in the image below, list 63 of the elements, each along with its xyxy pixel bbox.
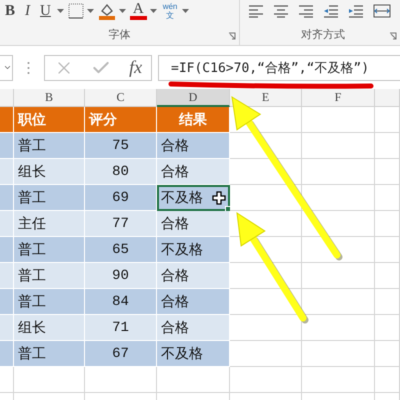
- caret-icon: [86, 9, 94, 13]
- table-cell: 组长: [14, 315, 85, 341]
- column-header[interactable]: F: [302, 89, 375, 107]
- dialog-launcher-icon[interactable]: [389, 32, 397, 40]
- table-cell: 90: [85, 263, 157, 289]
- formula-field[interactable]: =IF(C16>70,“合格”,“不及格”): [158, 54, 400, 80]
- italic-button[interactable]: I: [22, 1, 34, 21]
- table-cell: 不及格: [157, 237, 230, 263]
- table-cell: 合格: [157, 133, 230, 159]
- table-cell: 普工: [14, 133, 85, 159]
- table-cell: 合格: [157, 315, 230, 341]
- header-cell: 评分: [85, 107, 157, 133]
- table-cell: 77: [85, 211, 157, 237]
- indent-increase-icon[interactable]: [348, 4, 364, 18]
- align-right-icon[interactable]: [298, 4, 314, 18]
- table-cell: 普工: [14, 263, 85, 289]
- group-label: 字体: [108, 27, 130, 42]
- table-cell: 65: [85, 237, 157, 263]
- caret-icon: [118, 9, 126, 13]
- phonetic-button[interactable]: wén 文: [160, 2, 180, 20]
- table-cell: 80: [85, 159, 157, 185]
- bold-button[interactable]: B: [2, 1, 18, 21]
- dialog-launcher-icon[interactable]: [228, 32, 236, 40]
- font-color-button[interactable]: A: [130, 2, 147, 20]
- table-cell: 普工: [14, 185, 85, 211]
- table-cell: 普工: [14, 341, 85, 367]
- caret-icon: [150, 9, 157, 13]
- table-cell: 67: [85, 341, 157, 367]
- header-cell: [0, 107, 14, 133]
- caret-icon: [182, 9, 190, 13]
- table-cell: 合格: [157, 211, 230, 237]
- table-cell: 普工: [14, 237, 85, 263]
- fill-color-icon[interactable]: [98, 2, 116, 20]
- table-cell: 84: [85, 289, 157, 315]
- table-cell: 不及格: [157, 341, 230, 367]
- caret-icon: [56, 9, 64, 13]
- indent-decrease-icon[interactable]: [323, 4, 339, 18]
- column-header[interactable]: E: [230, 89, 302, 107]
- grip-icon: [27, 60, 30, 74]
- underline-button[interactable]: U: [37, 1, 54, 21]
- table-cell: 71: [85, 315, 157, 341]
- column-header[interactable]: B: [14, 89, 85, 107]
- align-left-icon[interactable]: [248, 4, 264, 18]
- table-cell: 75: [85, 133, 157, 159]
- table-cell: 组长: [14, 159, 85, 185]
- table-cell: 主任: [14, 211, 85, 237]
- merge-cells-icon[interactable]: [373, 4, 391, 18]
- column-header[interactable]: D: [157, 89, 230, 107]
- column-header[interactable]: C: [85, 89, 157, 107]
- header-cell: 职位: [14, 107, 85, 133]
- selected-cell[interactable]: 不及格: [157, 185, 230, 211]
- borders-icon[interactable]: [68, 3, 84, 19]
- table-cell: 合格: [157, 289, 230, 315]
- header-cell: 结果: [157, 107, 230, 133]
- table-cell: 69: [85, 185, 157, 211]
- table-cell: 合格: [157, 159, 230, 185]
- insert-function-button[interactable]: fx: [129, 57, 142, 78]
- table-cell: 合格: [157, 263, 230, 289]
- caret-icon[interactable]: [3, 63, 12, 72]
- align-center-icon[interactable]: [273, 4, 289, 18]
- cursor-icon: [212, 191, 226, 205]
- table-cell: 普工: [14, 289, 85, 315]
- group-label: 对齐方式: [301, 27, 345, 42]
